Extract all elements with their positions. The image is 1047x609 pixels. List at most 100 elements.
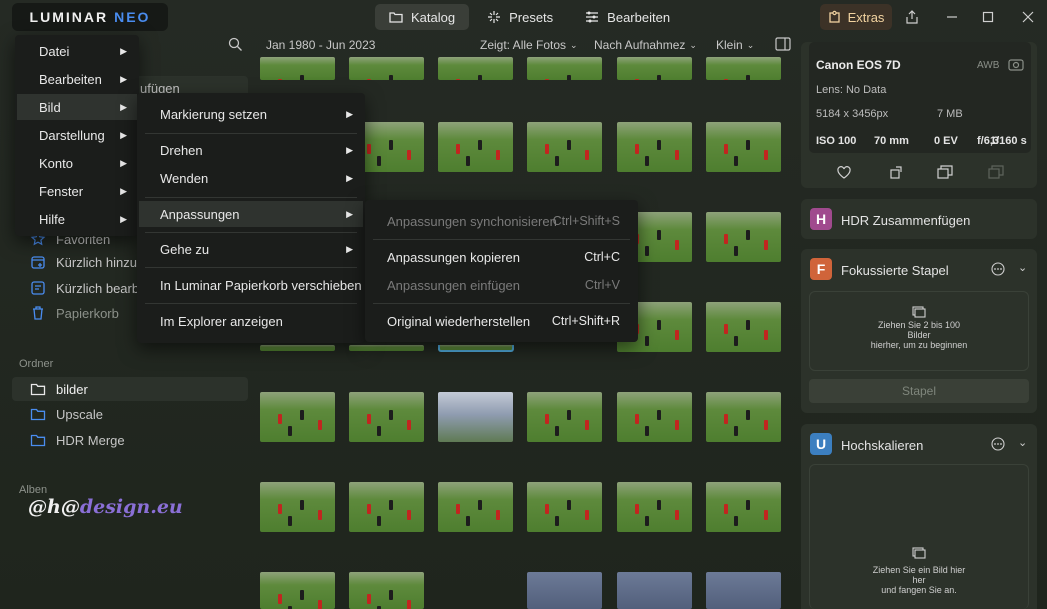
- sidebar-kuerzlich-bearb-label: Kürzlich bearb: [56, 280, 140, 296]
- resolution: 5184 x 3456px: [816, 108, 889, 120]
- photo-thumb[interactable]: [438, 57, 513, 80]
- stapel-button[interactable]: Stapel: [809, 379, 1029, 403]
- heart-icon[interactable]: [837, 166, 851, 179]
- sort-dropdown[interactable]: Nach Aufnahmez ⌄: [594, 38, 697, 52]
- menu-item-hilfe[interactable]: Hilfe ▶: [15, 206, 139, 232]
- menu-drehen-label: Drehen: [160, 142, 203, 158]
- photo-thumb[interactable]: [349, 392, 424, 442]
- photo-thumb[interactable]: [706, 212, 781, 262]
- photo-thumb[interactable]: [617, 482, 692, 532]
- folder-item-bilder[interactable]: bilder: [12, 377, 248, 401]
- chevron-down-icon[interactable]: ⌄: [1018, 261, 1027, 274]
- size-dropdown[interactable]: Klein ⌄: [716, 38, 754, 52]
- albums-heading: Alben: [19, 484, 48, 496]
- focus-drop-line3: hierher, um zu beginnen: [870, 340, 968, 350]
- photo-thumb[interactable]: [617, 392, 692, 442]
- folder-item-upscale[interactable]: Upscale: [12, 402, 248, 426]
- luminar-logo[interactable]: LUMINAR NEO: [12, 3, 168, 31]
- panel-toggle-icon[interactable]: [775, 37, 791, 51]
- photo-thumb[interactable]: [349, 57, 424, 80]
- chevron-down-icon[interactable]: ⌄: [1018, 436, 1027, 449]
- tab-bearbeiten[interactable]: Bearbeiten: [571, 4, 684, 30]
- menu-item-bild[interactable]: Bild ▶: [17, 94, 137, 120]
- menu-item-papierkorb-verschieben[interactable]: In Luminar Papierkorb verschieben: [137, 272, 365, 298]
- photo-thumb[interactable]: [706, 482, 781, 532]
- filter-dropdown[interactable]: Zeigt: Alle Fotos ⌄: [480, 38, 578, 52]
- photo-thumb[interactable]: [706, 572, 781, 609]
- title-bar: LUMINAR NEO Katalog Presets Bearbeiten E…: [0, 0, 1047, 34]
- photo-thumb[interactable]: [260, 572, 335, 609]
- photo-thumb[interactable]: [438, 122, 513, 172]
- menu-fenster-label: Fenster: [39, 183, 84, 199]
- tab-presets-label: Presets: [509, 9, 554, 25]
- photo-thumb[interactable]: [617, 572, 692, 609]
- tab-katalog[interactable]: Katalog: [375, 4, 470, 30]
- menu-item-im-explorer-anzeigen[interactable]: Im Explorer anzeigen: [137, 308, 365, 334]
- copy-icon[interactable]: [937, 165, 953, 179]
- photo-thumb[interactable]: [438, 392, 513, 442]
- focus-dropzone[interactable]: Ziehen Sie 2 bis 100 Bilder hierher, um …: [809, 291, 1029, 371]
- menu-item-wenden[interactable]: Wenden ▶: [137, 165, 365, 191]
- photo-thumb[interactable]: [527, 482, 602, 532]
- upscale-dropzone[interactable]: Ziehen Sie ein Bild hier her und fangen …: [809, 464, 1029, 609]
- focus-badge: F: [810, 258, 832, 280]
- minimize-icon[interactable]: [941, 6, 963, 28]
- photo-thumb[interactable]: [527, 572, 602, 609]
- photo-thumb[interactable]: [438, 482, 513, 532]
- photo-thumb[interactable]: [706, 392, 781, 442]
- search-icon[interactable]: [228, 37, 243, 52]
- camera-icon: [1008, 59, 1024, 71]
- close-icon[interactable]: [1017, 6, 1039, 28]
- photo-thumb[interactable]: [527, 57, 602, 80]
- hdr-tool-panel[interactable]: H HDR Zusammenfügen: [801, 199, 1037, 239]
- share-icon[interactable]: [901, 6, 923, 28]
- menu-item-bearbeiten[interactable]: Bearbeiten ▶: [15, 66, 139, 92]
- photo-thumb[interactable]: [706, 57, 781, 80]
- menu-item-datei[interactable]: Datei ▶: [15, 38, 139, 64]
- photo-thumb[interactable]: [260, 392, 335, 442]
- folders-heading: Ordner: [19, 358, 54, 370]
- photo-thumb[interactable]: [527, 122, 602, 172]
- chevron-down-icon: ⌄: [746, 39, 755, 50]
- logo-main: LUMINAR: [29, 9, 109, 25]
- menu-item-anpassungen[interactable]: Anpassungen ▶: [139, 201, 363, 227]
- extras-label: Extras: [847, 9, 885, 25]
- photo-thumb[interactable]: [706, 122, 781, 172]
- sliders-icon: [586, 11, 599, 23]
- menu-item-drehen[interactable]: Drehen ▶: [137, 137, 365, 163]
- folder-hdr-merge-label: HDR Merge: [56, 432, 125, 448]
- date-range[interactable]: Jan 1980 - Jun 2023: [266, 38, 375, 52]
- more-options-icon[interactable]: [991, 262, 1005, 276]
- arrow-right-icon: ▶: [346, 208, 353, 219]
- photo-thumb[interactable]: [349, 572, 424, 609]
- folder-item-hdr-merge[interactable]: HDR Merge: [12, 428, 248, 452]
- extras-button[interactable]: Extras: [820, 4, 892, 30]
- selection-outline: [438, 345, 514, 352]
- photo-thumb[interactable]: [260, 345, 335, 351]
- maximize-icon[interactable]: [977, 6, 999, 28]
- watermark-b: design.eu: [79, 496, 183, 518]
- photo-thumb[interactable]: [527, 392, 602, 442]
- more-options-icon[interactable]: [991, 437, 1005, 451]
- menu-item-gehe-zu[interactable]: Gehe zu ▶: [137, 236, 365, 262]
- focus-title: Fokussierte Stapel: [841, 263, 949, 278]
- menu-item-original-wiederherstellen[interactable]: Original wiederherstellen Ctrl+Shift+R: [365, 308, 638, 334]
- photo-thumb[interactable]: [260, 57, 335, 80]
- photo-thumb[interactable]: [617, 57, 692, 80]
- rotate-icon[interactable]: [889, 165, 903, 179]
- menu-item-markierung-setzen[interactable]: Markierung setzen ▶: [137, 101, 365, 127]
- file-size: 7 MB: [937, 108, 963, 120]
- upscale-drop-line2: her: [912, 575, 926, 585]
- menu-item-darstellung[interactable]: Darstellung ▶: [15, 122, 139, 148]
- arrow-right-icon: ▶: [346, 144, 353, 155]
- menu-item-fenster[interactable]: Fenster ▶: [15, 178, 139, 204]
- photo-thumb[interactable]: [260, 482, 335, 532]
- photo-thumb[interactable]: [349, 482, 424, 532]
- trash-icon: [33, 306, 43, 320]
- photo-thumb[interactable]: [617, 122, 692, 172]
- photo-thumb[interactable]: [706, 302, 781, 352]
- menu-item-konto[interactable]: Konto ▶: [15, 150, 139, 176]
- tab-presets[interactable]: Presets: [473, 4, 567, 30]
- photo-thumb[interactable]: [349, 345, 424, 351]
- menu-item-anpassungen-kopieren[interactable]: Anpassungen kopieren Ctrl+C: [365, 244, 638, 270]
